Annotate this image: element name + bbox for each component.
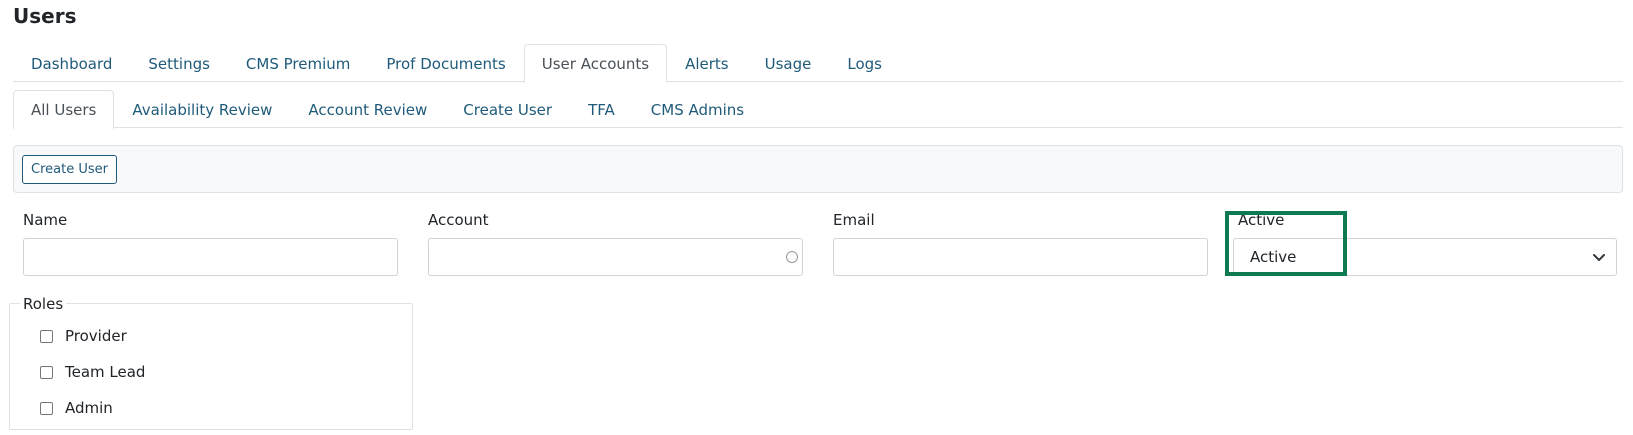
tab-user-accounts[interactable]: User Accounts: [523, 44, 668, 83]
primary-tabs: Dashboard Settings CMS Premium Prof Docu…: [13, 44, 1623, 83]
tab-alerts[interactable]: Alerts: [667, 44, 747, 82]
tab-usage[interactable]: Usage: [747, 44, 830, 82]
account-input[interactable]: [428, 238, 803, 276]
tab-all-users[interactable]: All Users: [13, 90, 115, 129]
roles-group: Roles Provider Team Lead Admin: [9, 295, 413, 430]
tab-cms-admins[interactable]: CMS Admins: [633, 90, 762, 128]
name-label: Name: [23, 211, 68, 229]
team-lead-checkbox[interactable]: [40, 365, 53, 379]
tab-dashboard[interactable]: Dashboard: [13, 44, 130, 82]
tab-prof-documents[interactable]: Prof Documents: [368, 44, 523, 82]
provider-checkbox[interactable]: [40, 329, 53, 343]
loading-spinner-icon: [786, 251, 798, 263]
admin-checkbox[interactable]: [40, 401, 53, 415]
active-label: Active: [1238, 211, 1285, 229]
tab-logs[interactable]: Logs: [829, 44, 900, 82]
active-select[interactable]: Active: [1233, 238, 1617, 276]
tab-create-user[interactable]: Create User: [445, 90, 570, 128]
admin-label: Admin: [65, 399, 113, 417]
tab-settings[interactable]: Settings: [130, 44, 228, 82]
name-input[interactable]: [23, 238, 398, 276]
tab-account-review[interactable]: Account Review: [290, 90, 445, 128]
secondary-tabs: All Users Availability Review Account Re…: [13, 90, 1623, 129]
active-select-value: Active: [1250, 248, 1297, 266]
tab-tfa[interactable]: TFA: [570, 90, 633, 128]
roles-legend: Roles: [20, 295, 67, 313]
email-input[interactable]: [833, 238, 1208, 276]
email-label: Email: [833, 211, 875, 229]
chevron-down-icon: [1593, 254, 1605, 261]
provider-label: Provider: [65, 327, 127, 345]
tab-cms-premium[interactable]: CMS Premium: [228, 44, 368, 82]
create-user-button[interactable]: Create User: [22, 155, 117, 184]
team-lead-label: Team Lead: [65, 363, 146, 381]
role-admin: Admin: [40, 399, 113, 417]
role-provider: Provider: [40, 327, 127, 345]
page-title: Users: [13, 4, 77, 28]
tab-availability-review[interactable]: Availability Review: [114, 90, 290, 128]
account-label: Account: [428, 211, 489, 229]
toolbar: Create User: [13, 145, 1623, 193]
role-team-lead: Team Lead: [40, 363, 145, 381]
